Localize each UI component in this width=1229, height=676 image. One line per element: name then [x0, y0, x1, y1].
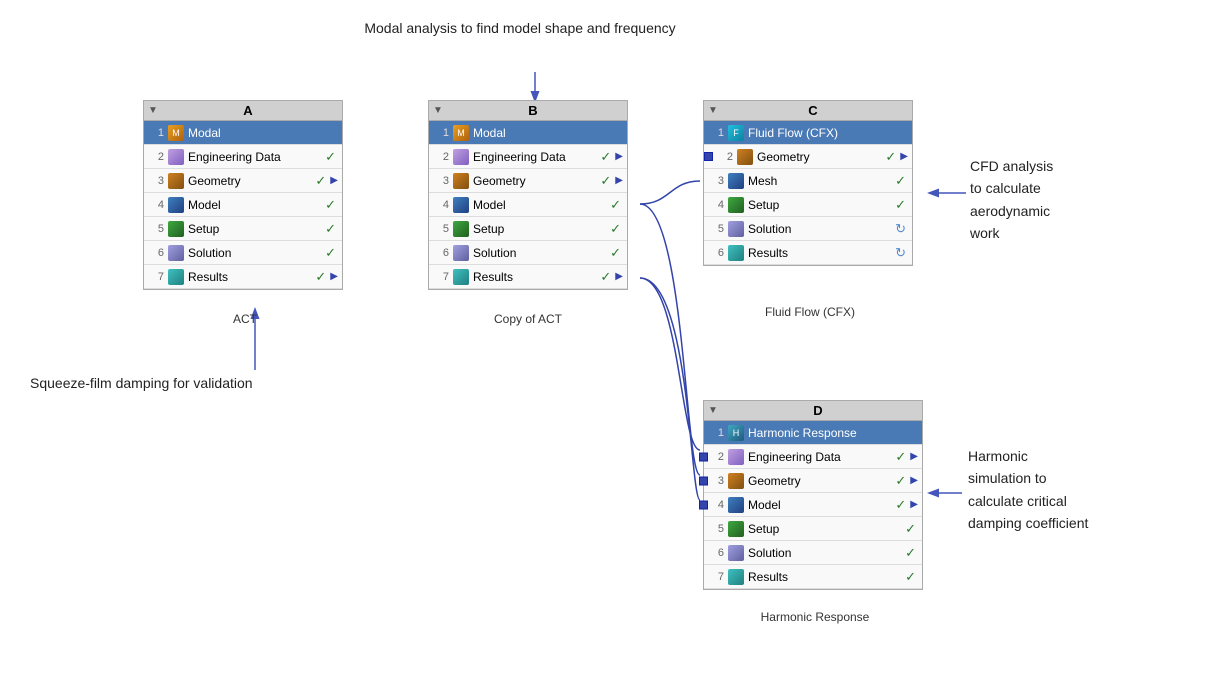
engdata-icon — [453, 149, 469, 165]
block-D-row-2[interactable]: 2 Engineering Data ✓ ▶ — [704, 445, 922, 469]
block-B-title: B — [443, 103, 623, 118]
model-icon — [453, 197, 469, 213]
modal-icon: M — [453, 125, 469, 141]
model-icon — [728, 497, 744, 513]
block-B: ▼ B 1 M Modal 2 Engineering Data ✓ ▶ 3 G… — [428, 100, 628, 290]
refresh-icon: ↻ — [895, 221, 906, 237]
block-C-dropdown[interactable]: ▼ — [708, 105, 718, 116]
block-D: ▼ D 1 H Harmonic Response 2 Engineering … — [703, 400, 923, 590]
results-icon — [168, 269, 184, 285]
solution-icon — [728, 221, 744, 237]
block-A-header: ▼ A — [144, 101, 342, 121]
block-B-row-5[interactable]: 5 Setup ✓ — [429, 217, 627, 241]
solution-icon — [168, 245, 184, 261]
geom-icon — [728, 473, 744, 489]
block-A-row-3[interactable]: 3 Geometry ✓ ▶ — [144, 169, 342, 193]
block-A-dropdown[interactable]: ▼ — [148, 105, 158, 116]
setup-icon — [453, 221, 469, 237]
block-B-row-2[interactable]: 2 Engineering Data ✓ ▶ — [429, 145, 627, 169]
block-B-caption: Copy of ACT — [478, 312, 578, 326]
block-D-row-5[interactable]: 5 Setup ✓ — [704, 517, 922, 541]
block-A: ▼ A 1 M Modal 2 Engineering Data ✓ 3 Geo… — [143, 100, 343, 290]
top-annotation: Modal analysis to find model shape and f… — [200, 20, 840, 36]
setup-icon — [728, 521, 744, 537]
block-D-title: D — [718, 403, 918, 418]
block-C-row-2[interactable]: 2 Geometry ✓ ▶ — [704, 145, 912, 169]
block-A-row-4[interactable]: 4 Model ✓ — [144, 193, 342, 217]
geom-icon — [737, 149, 753, 165]
engdata-icon — [728, 449, 744, 465]
conn-square-d2 — [699, 452, 708, 461]
block-C: ▼ C 1 F Fluid Flow (CFX) 2 Geometry ✓ ▶ … — [703, 100, 913, 266]
block-D-header: ▼ D — [704, 401, 922, 421]
block-D-row-7[interactable]: 7 Results ✓ — [704, 565, 922, 589]
solution-icon — [728, 545, 744, 561]
row-num: 1 — [148, 127, 164, 139]
block-C-row-3[interactable]: 3 Mesh ✓ — [704, 169, 912, 193]
results-icon — [728, 245, 744, 261]
setup-icon — [728, 197, 744, 213]
block-A-row-2[interactable]: 2 Engineering Data ✓ — [144, 145, 342, 169]
block-C-caption: Fluid Flow (CFX) — [730, 305, 890, 319]
block-C-title: C — [718, 103, 908, 118]
block-A-title: A — [158, 103, 338, 118]
block-C-header: ▼ C — [704, 101, 912, 121]
right-harmonic-annotation: Harmonicsimulation tocalculate criticald… — [968, 445, 1188, 535]
block-B-dropdown[interactable]: ▼ — [433, 105, 443, 116]
model-icon — [168, 197, 184, 213]
block-C-row-1[interactable]: 1 F Fluid Flow (CFX) — [704, 121, 912, 145]
block-D-row-3[interactable]: 3 Geometry ✓ ▶ — [704, 469, 922, 493]
block-A-row-1[interactable]: 1 M Modal — [144, 121, 342, 145]
results-icon — [453, 269, 469, 285]
mesh-icon — [728, 173, 744, 189]
conn-square — [704, 152, 713, 161]
block-B-row-6[interactable]: 6 Solution ✓ — [429, 241, 627, 265]
left-annotation: Squeeze-film damping for validation — [30, 375, 330, 391]
block-B-row-7[interactable]: 7 Results ✓ ▶ — [429, 265, 627, 289]
block-A-row-7[interactable]: 7 Results ✓ ▶ — [144, 265, 342, 289]
refresh-icon-2: ↻ — [895, 245, 906, 261]
geom-icon — [453, 173, 469, 189]
harmonic-icon: H — [728, 425, 744, 441]
conn-square-d4 — [699, 500, 708, 509]
block-D-row-4[interactable]: 4 Model ✓ ▶ — [704, 493, 922, 517]
engdata-icon — [168, 149, 184, 165]
block-B-row-4[interactable]: 4 Model ✓ — [429, 193, 627, 217]
block-D-row-1[interactable]: 1 H Harmonic Response — [704, 421, 922, 445]
block-B-header: ▼ B — [429, 101, 627, 121]
block-D-caption: Harmonic Response — [740, 610, 890, 624]
modal-icon: M — [168, 125, 184, 141]
block-B-row-3[interactable]: 3 Geometry ✓ ▶ — [429, 169, 627, 193]
right-cfd-annotation: CFD analysisto calculateaerodynamicwork — [970, 155, 1170, 245]
block-A-caption: ACT — [215, 312, 275, 326]
geom-icon — [168, 173, 184, 189]
row-label: Modal — [188, 126, 338, 140]
conn-square-d3 — [699, 476, 708, 485]
block-A-row-6[interactable]: 6 Solution ✓ — [144, 241, 342, 265]
block-A-row-5[interactable]: 5 Setup ✓ — [144, 217, 342, 241]
block-B-row-1[interactable]: 1 M Modal — [429, 121, 627, 145]
block-D-dropdown[interactable]: ▼ — [708, 405, 718, 416]
results-icon — [728, 569, 744, 585]
solution-icon — [453, 245, 469, 261]
fluid-icon: F — [728, 125, 744, 141]
diagram-container: Modal analysis to find model shape and f… — [0, 0, 1229, 676]
block-C-row-4[interactable]: 4 Setup ✓ — [704, 193, 912, 217]
block-D-row-6[interactable]: 6 Solution ✓ — [704, 541, 922, 565]
block-C-row-5[interactable]: 5 Solution ↻ — [704, 217, 912, 241]
setup-icon — [168, 221, 184, 237]
block-C-row-6[interactable]: 6 Results ↻ — [704, 241, 912, 265]
